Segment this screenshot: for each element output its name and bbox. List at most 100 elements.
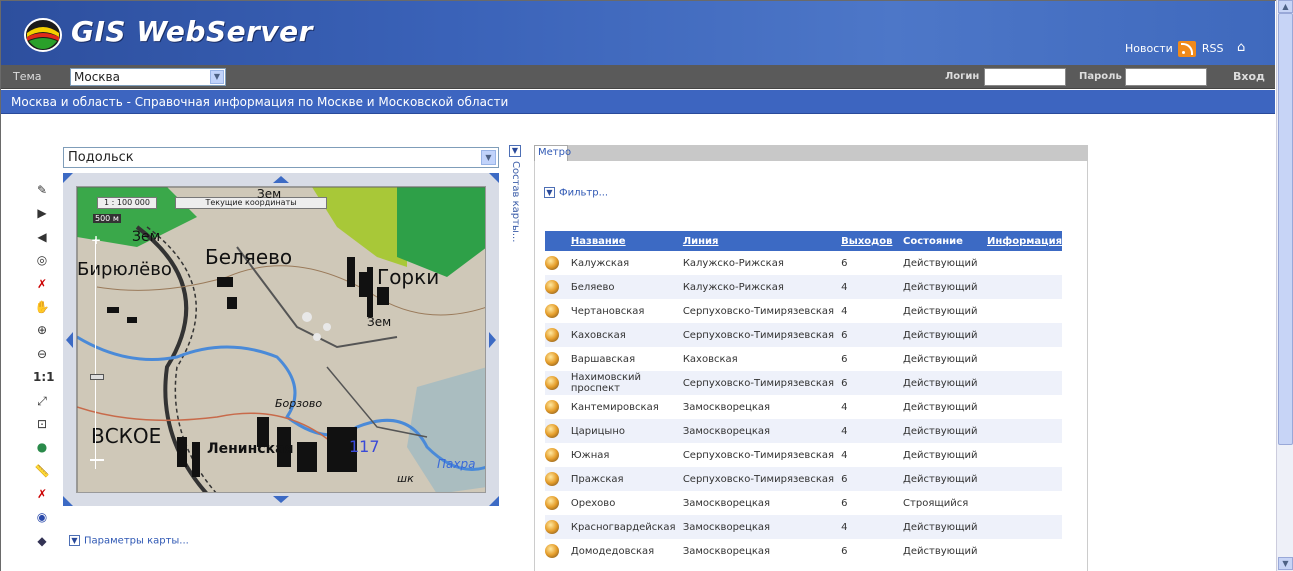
column-header-line[interactable]: Линия xyxy=(682,231,842,251)
scroll-up-icon[interactable]: ▲ xyxy=(1278,0,1293,13)
login-button[interactable]: Вход xyxy=(1233,70,1265,83)
measure-icon[interactable]: 📏 xyxy=(33,461,51,481)
zoom-out-icon[interactable]: ⊖ xyxy=(33,344,51,364)
info-cell[interactable] xyxy=(987,419,1062,443)
table-row[interactable]: Орехово Замоскворецкая 6 Строящийся xyxy=(545,491,1062,515)
info-cell[interactable] xyxy=(987,443,1062,467)
status: Строящийся xyxy=(903,497,969,509)
table-row[interactable]: Царицыно Замоскворецкая 4 Действующий xyxy=(545,419,1062,443)
table-row[interactable]: Калужская Калужско-Рижская 6 Действующий xyxy=(545,251,1062,275)
table-row[interactable]: Домодедовская Замоскворецкая 6 Действующий xyxy=(545,539,1062,563)
filter-label: Фильтр... xyxy=(559,187,609,199)
info-cell[interactable] xyxy=(987,491,1062,515)
station-name: Красногвардейская xyxy=(570,515,683,539)
info-cell[interactable] xyxy=(987,275,1062,299)
table-row[interactable]: Беляево Калужско-Рижская 4 Действующий xyxy=(545,275,1062,299)
status: Действующий xyxy=(903,515,987,539)
map-frame: 1 : 100 000 Текущие координаты 500 м Зем… xyxy=(63,173,499,506)
info-cell[interactable] xyxy=(987,299,1062,323)
station-icon-cell xyxy=(545,251,571,275)
zoom-selection-icon[interactable]: ⊡ xyxy=(33,414,51,434)
icon-col-header xyxy=(545,231,571,251)
info-cell[interactable] xyxy=(987,371,1062,395)
news-link[interactable]: Новости RSS xyxy=(1125,41,1223,57)
map-canvas[interactable]: 1 : 100 000 Текущие координаты 500 м Зем… xyxy=(76,186,486,493)
exits-count: 4 xyxy=(841,401,848,413)
header: GIS WebServer Новости RSS ⌂ xyxy=(1,1,1275,65)
map-label: Ленинская xyxy=(207,441,294,457)
theme-label: Тема xyxy=(13,70,42,83)
expand-icon: ▼ xyxy=(69,535,80,546)
region-select[interactable]: Подольск ▼ xyxy=(63,147,499,168)
map-contents-toggle[interactable]: ▼ Состав карты... xyxy=(509,145,523,265)
line-name: Серпуховско-Тимирязевская xyxy=(682,323,842,347)
line-name: Замоскворецкая xyxy=(682,419,842,443)
scroll-down-icon[interactable]: ▼ xyxy=(1278,557,1293,570)
info-icon[interactable]: ◎ xyxy=(33,250,51,270)
zoom-extent-icon[interactable]: ⤢ xyxy=(33,391,51,411)
expand-icon: ▼ xyxy=(544,187,555,198)
info-cell[interactable] xyxy=(987,323,1062,347)
column-header-exits[interactable]: Выходов xyxy=(841,231,904,251)
clear-measure-icon[interactable]: ✗ xyxy=(33,484,51,504)
info-cell[interactable] xyxy=(987,539,1062,563)
scroll-thumb[interactable] xyxy=(1278,13,1293,445)
status: Действующий xyxy=(903,353,978,365)
zoom-plus-icon[interactable]: + xyxy=(91,233,101,247)
table-body: Калужская Калужско-Рижская 6 Действующий Бел… xyxy=(545,251,1062,563)
page-subtitle: Москва и область - Справочная информация… xyxy=(1,90,1275,114)
zoom-minus-icon[interactable] xyxy=(90,459,104,461)
station-icon-cell xyxy=(545,395,571,419)
table-row[interactable]: Варшавская Каховская 6 Действующий xyxy=(545,347,1062,371)
zoom-slider[interactable]: + xyxy=(90,233,104,469)
chevron-down-icon[interactable]: ▼ xyxy=(481,150,496,165)
table-row[interactable]: Каховская Серпуховско-Тимирязевская 6 Дейст… xyxy=(545,323,1062,347)
zoom-thumb[interactable] xyxy=(90,374,104,380)
clear-select-icon[interactable]: ✗ xyxy=(33,274,51,294)
print-icon[interactable]: ◆ xyxy=(33,531,51,551)
info-cell[interactable] xyxy=(987,251,1062,275)
info-cell[interactable] xyxy=(987,515,1062,539)
station-globe-icon xyxy=(545,424,559,438)
table-row[interactable]: Пражская Серпуховско-Тимирязевская 6 Действ… xyxy=(545,467,1062,491)
zoom-in-icon[interactable]: ⊕ xyxy=(33,320,51,340)
pan-icon[interactable]: ✋ xyxy=(33,297,51,317)
exits-count: 6 xyxy=(841,497,848,509)
globe-logo-icon xyxy=(24,18,62,52)
table-row[interactable]: Нахимовский проспект Серпуховско-Тимирязе… xyxy=(545,371,1062,395)
login-input[interactable] xyxy=(984,68,1066,86)
table-row[interactable]: Кантемировская Замоскворецкая 4 Действующий xyxy=(545,395,1062,419)
table-row[interactable]: Красногвардейская Замоскворецкая 4 Действую… xyxy=(545,515,1062,539)
map-label: Бирюлёво xyxy=(77,259,172,280)
map-label: 117 xyxy=(349,437,380,456)
password-input[interactable] xyxy=(1125,68,1207,86)
station-globe-icon xyxy=(545,544,559,558)
layers-icon[interactable]: ◉ xyxy=(33,507,51,527)
home-icon[interactable]: ⌂ xyxy=(1237,40,1245,55)
map-contents-label[interactable]: Состав карты... xyxy=(510,161,521,242)
globe-icon[interactable]: ● xyxy=(33,437,51,457)
page-scrollbar[interactable]: ▲ ▼ xyxy=(1276,0,1293,571)
station-icon-cell xyxy=(545,419,571,443)
status: Действующий xyxy=(903,419,987,443)
table-row[interactable]: Южная Серпуховско-Тимирязевская 4 Действующ… xyxy=(545,443,1062,467)
station-icon-cell xyxy=(545,323,571,347)
table-row[interactable]: Чертановская Серпуховско-Тимирязевская 4 Де… xyxy=(545,299,1062,323)
collapse-icon[interactable]: ▼ xyxy=(509,145,521,157)
station-name: Каховская xyxy=(570,323,683,347)
exits-count: 6 xyxy=(841,257,848,269)
one-to-one-icon[interactable]: 1:1 xyxy=(33,367,55,387)
back-icon[interactable]: ◀ xyxy=(33,227,51,247)
theme-select[interactable]: Москва ▼ xyxy=(70,68,226,86)
info-cell[interactable] xyxy=(987,467,1062,491)
forward-icon[interactable]: ▶ xyxy=(33,203,51,223)
column-header-info[interactable]: Информация xyxy=(987,231,1062,251)
filter-link[interactable]: ▼ Фильтр... xyxy=(544,187,608,199)
select-tool-icon[interactable]: ✎ xyxy=(33,180,51,200)
tab-metro[interactable]: Метро xyxy=(534,145,571,161)
info-cell[interactable] xyxy=(987,395,1062,419)
info-cell[interactable] xyxy=(987,347,1062,371)
chevron-down-icon[interactable]: ▼ xyxy=(210,70,224,84)
column-header-name[interactable]: Название xyxy=(570,231,683,251)
map-params-link[interactable]: ▼ Параметры карты... xyxy=(69,535,189,547)
